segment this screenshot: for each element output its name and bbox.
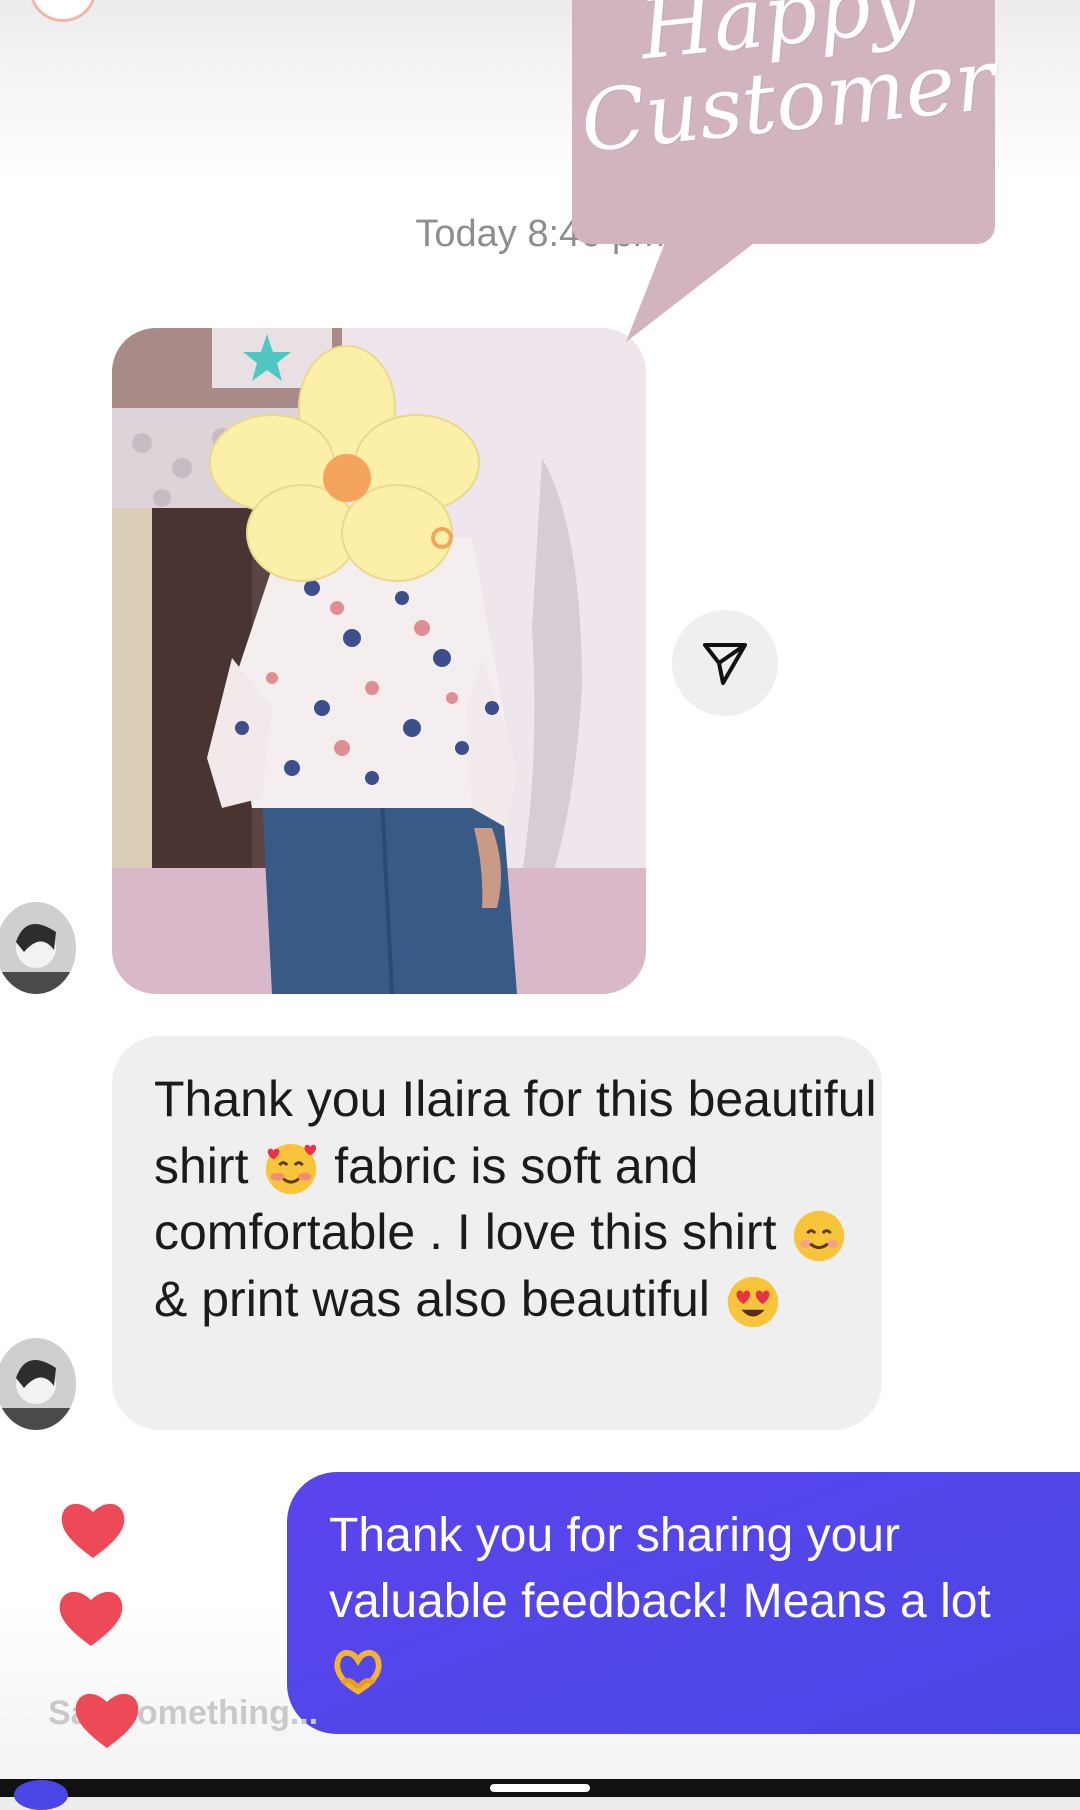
sent-message-text: Thank you for sharing your valuable feed… xyxy=(329,1503,1080,1701)
heart-icon[interactable] xyxy=(56,1586,126,1648)
bottom-partial-element xyxy=(14,1780,68,1810)
sender-avatar-image xyxy=(0,1338,76,1430)
sender-avatar[interactable] xyxy=(0,1338,76,1430)
received-message-text: Thank you Ilaira for this beautiful shir… xyxy=(154,1066,884,1332)
heart-hands-emoji xyxy=(334,1650,382,1695)
heart-eyes-emoji xyxy=(727,1277,778,1328)
profile-avatar-top[interactable] xyxy=(30,0,96,22)
heart-icon[interactable] xyxy=(72,1688,142,1750)
customer-photo-message[interactable] xyxy=(112,328,646,994)
smiling-face-emoji xyxy=(794,1210,845,1261)
smiling-face-with-hearts-emoji xyxy=(266,1144,317,1195)
send-paper-plane-icon xyxy=(703,643,747,685)
customer-photo xyxy=(112,328,646,994)
home-indicator[interactable] xyxy=(490,1784,590,1792)
heart-icon[interactable] xyxy=(58,1498,128,1560)
share-button[interactable] xyxy=(672,610,778,716)
sender-avatar[interactable] xyxy=(0,902,76,994)
sent-text: Thank you for sharing your valuable feed… xyxy=(329,1509,991,1628)
received-text-part-3: & print was also beautiful xyxy=(154,1270,724,1327)
sender-avatar-image xyxy=(0,902,76,994)
